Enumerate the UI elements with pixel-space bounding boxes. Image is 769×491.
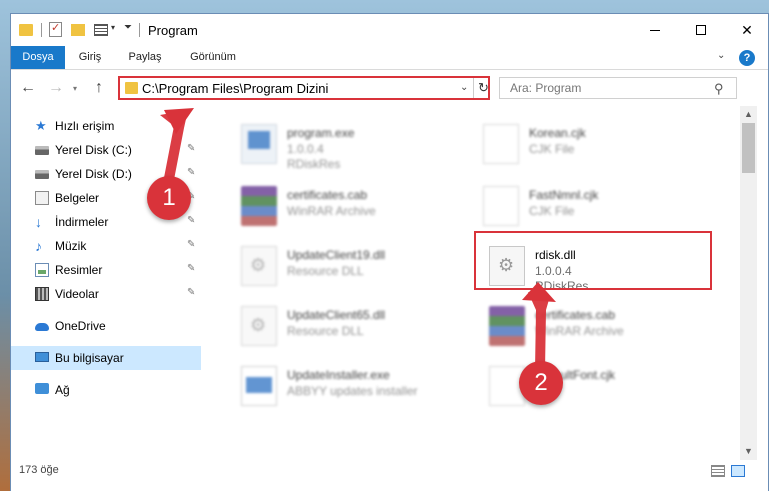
step-badge-2: 2: [519, 361, 563, 405]
annotation-arrows: [160, 108, 556, 370]
arrow-to-file: [528, 292, 550, 370]
arrow-head-2: [522, 282, 556, 302]
step-badge-1: 1: [147, 176, 191, 220]
